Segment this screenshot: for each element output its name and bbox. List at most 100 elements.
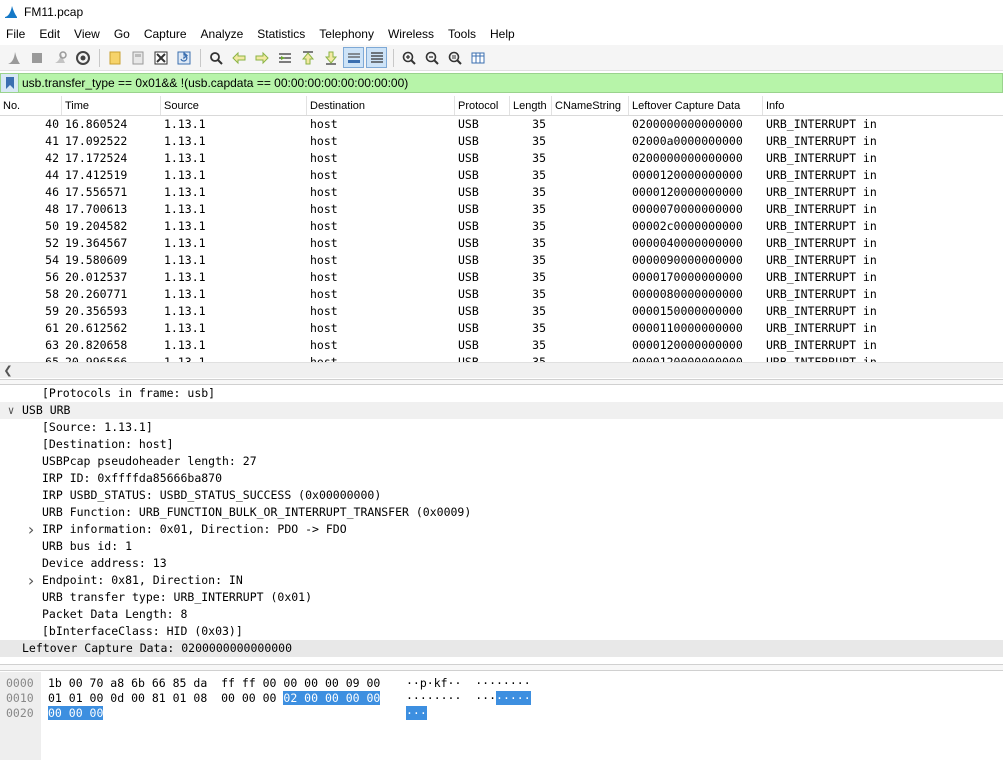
packet-protocol: USB [458,219,479,233]
detail-tree-item[interactable]: Leftover Capture Data: 0200000000000000 [0,640,1003,657]
column-header-cnamestring[interactable]: CNameString [552,96,629,115]
stop-icon [31,52,42,63]
go-forward-button[interactable] [251,47,272,68]
toolbar-separator [200,48,201,67]
packet-row[interactable]: 61 20.612562 1.13.1 host USB 35 00001100000000… [0,320,1003,337]
menu-wireless[interactable]: Wireless [382,27,440,41]
hex-bytes[interactable]: 1b 00 70 a8 6b 66 85 da ff ff 00 00 00 0… [48,676,380,691]
packet-length: 35 [532,355,546,362]
detail-tree-item[interactable]: Device address: 13 [0,555,1003,572]
chevron-down-icon[interactable]: ∨ [4,402,18,419]
detail-tree-item[interactable]: [Source: 1.13.1] [0,419,1003,436]
find-packet-button[interactable] [205,47,226,68]
chevron-right-icon[interactable]: › [24,572,38,589]
packet-row[interactable]: 46 17.556571 1.13.1 host USB 35 00001200000000… [0,184,1003,201]
hex-bytes[interactable]: 01 01 00 0d 00 81 01 08 00 00 00 02 00 0… [48,691,381,706]
menu-analyze[interactable]: Analyze [195,27,250,41]
chevron-right-icon[interactable]: › [24,521,38,538]
hex-ascii[interactable]: ··· [406,706,427,721]
go-to-packet-button[interactable] [274,47,295,68]
open-file-icon [109,51,120,64]
pane-splitter[interactable] [0,664,1003,671]
menu-go[interactable]: Go [108,27,136,41]
stop-capture-button[interactable] [26,47,47,68]
menu-file[interactable]: File [0,27,31,41]
menu-telephony[interactable]: Telephony [313,27,380,41]
save-file-icon [132,51,143,64]
display-filter-input[interactable] [19,74,1002,92]
column-header-destination[interactable]: Destination [307,96,455,115]
packet-row[interactable]: 59 20.356593 1.13.1 host USB 35 00001500000000… [0,303,1003,320]
filter-bookmark-button[interactable] [1,74,19,92]
colorize-toggle[interactable] [366,47,387,68]
detail-tree-item[interactable]: URB transfer type: URB_INTERRUPT (0x01) [0,589,1003,606]
packet-row[interactable]: 48 17.700613 1.13.1 host USB 35 00000700000000… [0,201,1003,218]
menu-help[interactable]: Help [484,27,521,41]
start-capture-button[interactable] [3,47,24,68]
autoscroll-icon [347,52,360,63]
detail-tree-item[interactable]: URB bus id: 1 [0,538,1003,555]
open-file-button[interactable] [104,47,125,68]
packet-number: 41 [45,134,59,148]
last-packet-button[interactable] [320,47,341,68]
capture-options-button[interactable] [72,47,93,68]
packet-row[interactable]: 63 20.820658 1.13.1 host USB 35 00001200000000… [0,337,1003,354]
hex-ascii[interactable]: ··p·kf·· ········ [406,676,531,691]
packet-row[interactable]: 44 17.412519 1.13.1 host USB 35 00001200000000… [0,167,1003,184]
menu-statistics[interactable]: Statistics [251,27,311,41]
save-file-button[interactable] [127,47,148,68]
detail-tree-item[interactable]: IRP USBD_STATUS: USBD_STATUS_SUCCESS (0x… [0,487,1003,504]
packet-row[interactable]: 41 17.092522 1.13.1 host USB 35 02000a00000000… [0,133,1003,150]
detail-tree-item[interactable]: › Endpoint: 0x81, Direction: IN [0,572,1003,589]
packet-row[interactable]: 58 20.260771 1.13.1 host USB 35 00000800000000… [0,286,1003,303]
packet-row[interactable]: 52 19.364567 1.13.1 host USB 35 00000400000000… [0,235,1003,252]
detail-tree-item[interactable]: [bInterfaceClass: HID (0x03)] [0,623,1003,640]
menu-capture[interactable]: Capture [138,27,193,41]
packet-row[interactable]: 54 19.580609 1.13.1 host USB 35 00000900000000… [0,252,1003,269]
detail-tree-item[interactable]: URB Function: URB_FUNCTION_BULK_OR_INTER… [0,504,1003,521]
restart-icon [54,50,67,63]
autoscroll-toggle[interactable] [343,47,364,68]
column-header-protocol[interactable]: Protocol [455,96,510,115]
menu-tools[interactable]: Tools [442,27,482,41]
column-header-info[interactable]: Info [763,96,1003,115]
packet-info: URB_INTERRUPT in [766,321,877,335]
column-header-leftover-capture-data[interactable]: Leftover Capture Data [629,96,763,115]
zoom-in-button[interactable] [398,47,419,68]
column-header-length[interactable]: Length [510,96,552,115]
packet-number: 56 [45,270,59,284]
packet-list-horizontal-scrollbar[interactable]: ❮ [0,362,1003,378]
detail-tree-item[interactable]: Packet Data Length: 8 [0,606,1003,623]
packet-row[interactable]: 50 19.204582 1.13.1 host USB 35 00002c00000000… [0,218,1003,235]
packet-leftover-data: 02000a0000000000 [632,134,743,148]
detail-tree-item[interactable]: USBPcap pseudoheader length: 27 [0,453,1003,470]
packet-leftover-data: 0000120000000000 [632,355,743,362]
packet-cnamestring [552,354,629,362]
zoom-reset-button[interactable] [444,47,465,68]
packet-row[interactable]: 56 20.012537 1.13.1 host USB 35 00001700000000… [0,269,1003,286]
scroll-left-arrow-icon[interactable]: ❮ [0,363,16,379]
zoom-out-button[interactable] [421,47,442,68]
reload-file-button[interactable] [173,47,194,68]
packet-row[interactable]: 65 20.996566 1.13.1 host USB 35 00001200000000… [0,354,1003,362]
detail-tree-item[interactable]: [Destination: host] [0,436,1003,453]
close-file-button[interactable] [150,47,171,68]
packet-row[interactable]: 42 17.172524 1.13.1 host USB 35 02000000000000… [0,150,1003,167]
detail-tree-item[interactable]: ∨ USB URB [0,402,1003,419]
hex-ascii[interactable]: ········ ········ [406,691,531,706]
menu-view[interactable]: View [68,27,106,41]
column-header-source[interactable]: Source [161,96,307,115]
hex-bytes[interactable]: 00 00 00 [48,706,104,721]
column-header-time[interactable]: Time [62,96,161,115]
column-header-no[interactable]: No. [0,96,62,115]
packet-row[interactable]: 40 16.860524 1.13.1 host USB 35 02000000000000… [0,116,1003,133]
menu-edit[interactable]: Edit [33,27,66,41]
restart-capture-button[interactable] [49,47,70,68]
detail-tree-item[interactable]: IRP ID: 0xffffda85666ba870 [0,470,1003,487]
go-back-button[interactable] [228,47,249,68]
packet-number: 65 [45,355,59,362]
first-packet-button[interactable] [297,47,318,68]
detail-tree-item[interactable]: › IRP information: 0x01, Direction: PDO -… [0,521,1003,538]
detail-tree-item[interactable]: [Protocols in frame: usb] [0,385,1003,402]
resize-columns-button[interactable] [467,47,488,68]
